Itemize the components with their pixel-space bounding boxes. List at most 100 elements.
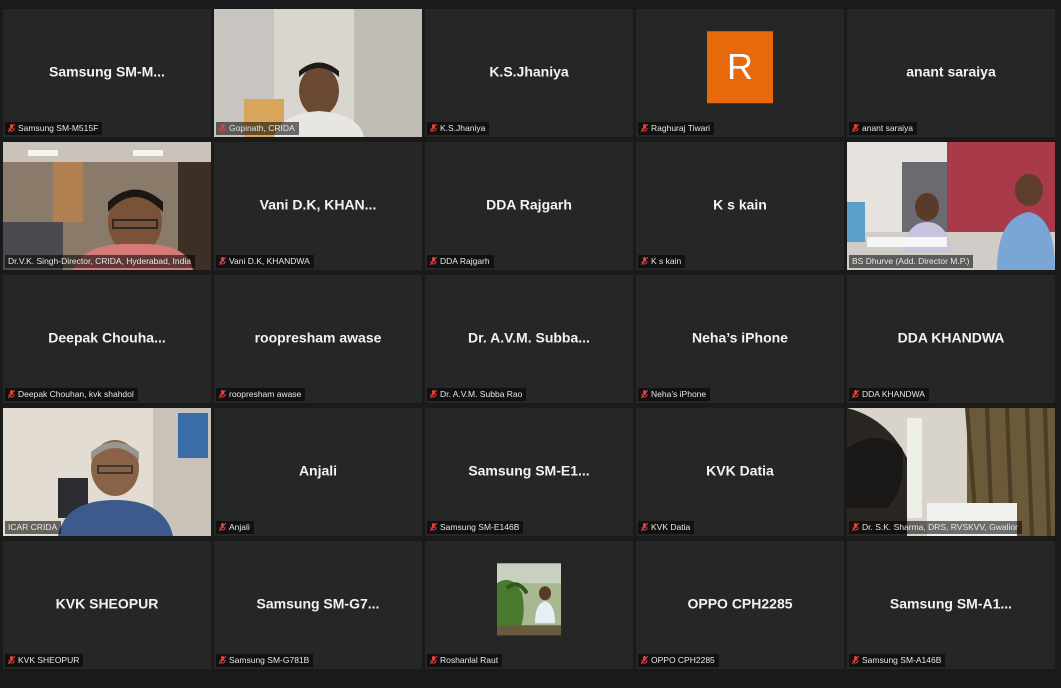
participant-caption: Anjali [216, 521, 254, 534]
participant-tile[interactable]: K s kain K s kain [636, 142, 844, 270]
participant-name: KVK Datia [706, 462, 774, 479]
participant-tile[interactable]: OPPO CPH2285 OPPO CPH2285 [636, 541, 844, 669]
participant-tile[interactable]: Neha’s iPhone Neha’s iPhone [636, 275, 844, 403]
mic-muted-icon [430, 124, 437, 133]
participant-tile[interactable]: DDA Rajgarh DDA Rajgarh [425, 142, 633, 270]
mic-muted-icon [219, 124, 226, 133]
participant-caption-text: Roshanlal Raut [440, 655, 499, 665]
participant-caption-text: Raghuraj Tiwari [651, 123, 711, 133]
participant-tile-video[interactable]: Gopinath, CRIDA [214, 9, 422, 137]
participant-tile[interactable]: Samsung SM-G7... Samsung SM-G781B [214, 541, 422, 669]
participant-caption-text: Samsung SM-M515F [18, 123, 99, 133]
participant-caption-text: anant saraiya [862, 123, 914, 133]
participant-name: Samsung SM-E1... [468, 462, 590, 479]
participant-tile[interactable]: Samsung SM-E1... Samsung SM-E146B [425, 408, 633, 536]
participant-video [3, 142, 211, 270]
participant-caption-text: K.S.Jhaniya [440, 123, 486, 133]
mic-muted-icon [641, 656, 648, 665]
participant-caption-text: Dr.V.K. Singh-Director, CRIDA, Hyderabad… [8, 256, 191, 266]
participant-name: anant saraiya [906, 63, 996, 80]
mic-muted-icon [219, 523, 226, 532]
participant-tile-video[interactable]: ICAR CRIDA [3, 408, 211, 536]
participant-tile[interactable]: Deepak Chouha... Deepak Chouhan, kvk sha… [3, 275, 211, 403]
participant-caption: anant saraiya [849, 122, 918, 135]
mic-muted-icon [852, 656, 859, 665]
participant-video [847, 408, 1055, 536]
participant-caption-text: Neha’s iPhone [651, 389, 707, 399]
participant-tile[interactable]: R Raghuraj Tiwari [636, 9, 844, 137]
participant-caption-text: ICAR CRIDA [8, 522, 58, 532]
participant-caption: Samsung SM-M515F [5, 122, 103, 135]
mic-muted-icon [219, 656, 226, 665]
participant-caption-text: K s kain [651, 256, 682, 266]
participant-name: Vani D.K, KHAN... [259, 196, 377, 213]
participant-tile[interactable]: roopresham awase roopresham awase [214, 275, 422, 403]
participant-name: DDA KHANDWA [897, 329, 1005, 346]
participant-tile[interactable]: K.S.Jhaniya K.S.Jhaniya [425, 9, 633, 137]
participant-video [847, 142, 1055, 270]
participant-caption: Dr.V.K. Singh-Director, CRIDA, Hyderabad… [5, 255, 195, 268]
active-speaker-tile[interactable]: Dr.V.K. Singh-Director, CRIDA, Hyderabad… [3, 142, 211, 270]
participant-caption: Neha’s iPhone [638, 388, 711, 401]
participant-name: roopresham awase [254, 329, 382, 346]
participant-caption: Dr. A.V.M. Subba Rao [427, 388, 527, 401]
participant-tile[interactable]: Anjali Anjali [214, 408, 422, 536]
mic-muted-icon [8, 124, 15, 133]
participant-caption: OPPO CPH2285 [638, 654, 719, 667]
participant-tile[interactable]: Samsung SM-M... Samsung SM-M515F [3, 9, 211, 137]
participant-caption-text: DDA Rajgarh [440, 256, 490, 266]
participant-tile[interactable]: anant saraiya anant saraiya [847, 9, 1055, 137]
participant-name: DDA Rajgarh [486, 196, 572, 213]
mic-muted-icon [8, 390, 15, 399]
mic-muted-icon [852, 390, 859, 399]
participant-name: K s kain [713, 196, 767, 213]
mic-muted-icon [430, 390, 437, 399]
participant-caption-text: OPPO CPH2285 [651, 655, 715, 665]
participant-caption: roopresham awase [216, 388, 306, 401]
participant-tile[interactable]: Vani D.K, KHAN... Vani D.K, KHANDWA [214, 142, 422, 270]
participant-caption-text: Gopinath, CRIDA [229, 123, 295, 133]
mic-muted-icon [430, 257, 437, 266]
participant-caption-text: KVK SHEOPUR [18, 655, 80, 665]
video-gallery: Samsung SM-M... Samsung SM-M515F Gopinat… [3, 9, 1055, 669]
participant-caption: KVK SHEOPUR [5, 654, 84, 667]
participant-caption: Deepak Chouhan, kvk shahdol [5, 388, 138, 401]
mic-muted-icon [641, 124, 648, 133]
participant-caption: Samsung SM-A146B [849, 654, 946, 667]
participant-video [3, 408, 211, 536]
participant-tile-video[interactable]: BS Dhurve (Add. Director M.P.) [847, 142, 1055, 270]
participant-tile[interactable]: Samsung SM-A1... Samsung SM-A146B [847, 541, 1055, 669]
participant-caption-text: KVK Datia [651, 522, 691, 532]
participant-caption-text: Deepak Chouhan, kvk shahdol [18, 389, 134, 399]
participant-tile[interactable]: KVK SHEOPUR KVK SHEOPUR [3, 541, 211, 669]
participant-caption-text: Vani D.K, KHANDWA [229, 256, 310, 266]
participant-caption: DDA Rajgarh [427, 255, 494, 268]
participant-tile[interactable]: DDA KHANDWA DDA KHANDWA [847, 275, 1055, 403]
mic-muted-icon [8, 656, 15, 665]
participant-name: OPPO CPH2285 [687, 595, 793, 612]
mic-muted-icon [852, 124, 859, 133]
mic-muted-icon [430, 523, 437, 532]
participant-tile[interactable]: Roshanlal Raut [425, 541, 633, 669]
participant-tile[interactable]: KVK Datia KVK Datia [636, 408, 844, 536]
participant-caption: Samsung SM-E146B [427, 521, 524, 534]
participant-caption-text: roopresham awase [229, 389, 302, 399]
mic-muted-icon [641, 390, 648, 399]
participant-name: KVK SHEOPUR [55, 595, 159, 612]
participant-caption: Raghuraj Tiwari [638, 122, 715, 135]
participant-caption: KVK Datia [638, 521, 695, 534]
mic-muted-icon [852, 523, 859, 532]
mic-muted-icon [430, 656, 437, 665]
mic-muted-icon [219, 390, 226, 399]
participant-tile-video[interactable]: Dr. S.K. Sharma, DRS, RVSKVV, Gwalior [847, 408, 1055, 536]
participant-tile[interactable]: Dr. A.V.M. Subba... Dr. A.V.M. Subba Rao [425, 275, 633, 403]
participant-caption: K s kain [638, 255, 686, 268]
mic-muted-icon [641, 523, 648, 532]
participant-caption: K.S.Jhaniya [427, 122, 490, 135]
participant-name: Dr. A.V.M. Subba... [468, 329, 590, 346]
participant-name: Samsung SM-M... [49, 63, 165, 80]
participant-caption-text: Dr. A.V.M. Subba Rao [440, 389, 523, 399]
participant-video [214, 9, 422, 137]
participant-caption-text: Samsung SM-G781B [229, 655, 310, 665]
participant-caption: ICAR CRIDA [5, 521, 62, 534]
